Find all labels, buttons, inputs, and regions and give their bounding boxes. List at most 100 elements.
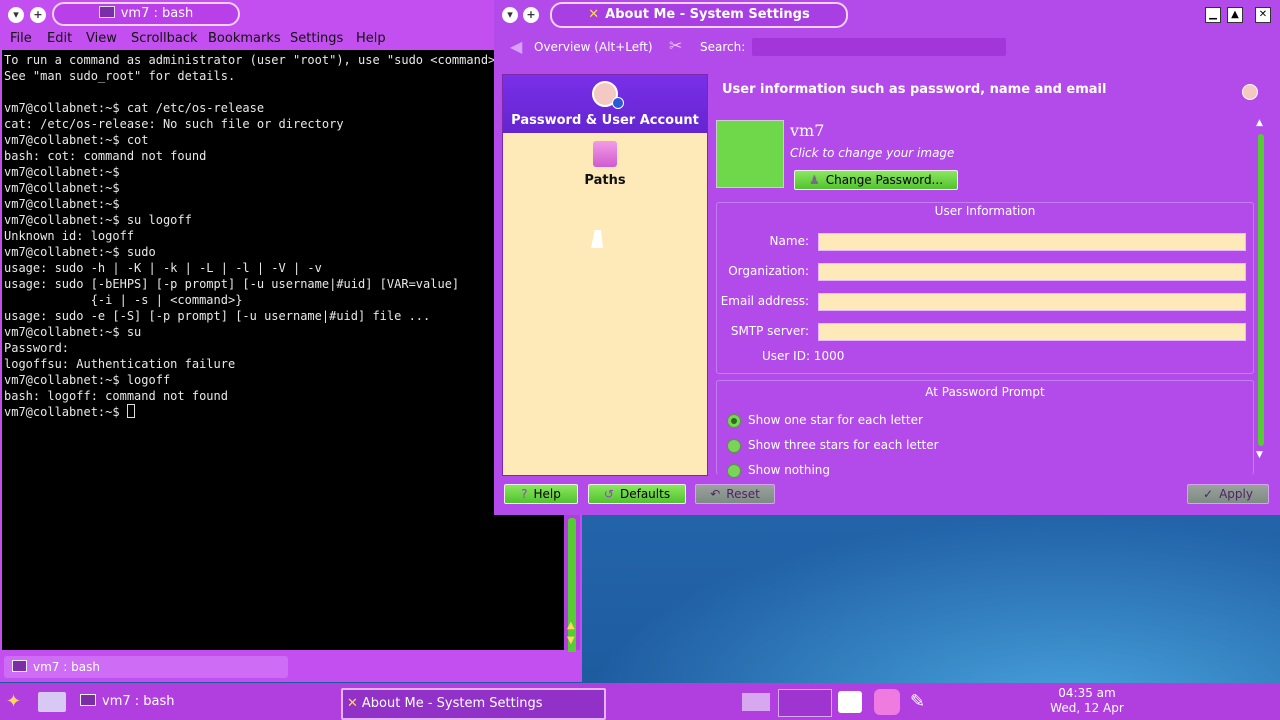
smtp-label: SMTP server:	[730, 324, 809, 338]
menu-file[interactable]: File	[10, 28, 32, 50]
search-input[interactable]	[752, 38, 1006, 56]
apply-icon: ✓	[1203, 487, 1214, 501]
desktop-pager[interactable]	[778, 689, 832, 717]
terminal-tab-icon	[12, 660, 27, 672]
reset-icon: ↶	[710, 487, 721, 501]
task-vm7-bash[interactable]: vm7 : bash	[76, 688, 338, 716]
clock-date: Wed, 12 Apr	[1050, 701, 1124, 715]
clipboard-icon[interactable]	[838, 691, 862, 713]
user-information-group: User Information Name: Organization: Ema…	[716, 202, 1254, 374]
pin-icon[interactable]: +	[30, 7, 46, 23]
terminal-output[interactable]: To run a command as administrator (user …	[2, 50, 564, 650]
home-folder-icon[interactable]	[38, 692, 66, 712]
terminal-line: Password:	[4, 341, 70, 355]
sidebar-item-label: Paths	[584, 173, 626, 188]
terminal-line: vm7@collabnet:~$	[4, 197, 120, 211]
close-icon[interactable]: ✕	[1255, 7, 1271, 23]
menu-bookmarks[interactable]: Bookmarks	[208, 28, 281, 50]
back-arrow-icon[interactable]: ◀	[510, 37, 522, 56]
overview-button[interactable]: Overview (Alt+Left)	[534, 40, 653, 54]
folder-icon	[593, 141, 617, 167]
task-system-settings[interactable]: ✕ About Me - System Settings	[341, 688, 606, 720]
defaults-icon: ↺	[603, 487, 614, 501]
terminal-app-icon	[80, 694, 96, 706]
radio-show-nothing-label[interactable]: Show nothing	[748, 463, 830, 477]
user-info-icon	[1242, 84, 1258, 100]
terminal-app-icon	[98, 6, 115, 18]
menu-edit[interactable]: Edit	[47, 28, 72, 50]
terminal-line: vm7@collabnet:~$	[4, 181, 120, 195]
reset-button[interactable]: ↶ Reset	[695, 484, 775, 504]
taskbar: ✦ vm7 : bash ✕ About Me - System Settings…	[0, 683, 1280, 720]
radio-three-stars[interactable]	[727, 439, 741, 453]
window-menu-icon[interactable]: ▾	[502, 7, 518, 23]
defaults-button[interactable]: ↺ Defaults	[588, 484, 686, 504]
system-tray-icon[interactable]: ✎	[910, 691, 925, 712]
terminal-line: vm7@collabnet:~$ cot	[4, 133, 149, 147]
clock-time: 04:35 am	[1058, 686, 1116, 700]
menu-settings[interactable]: Settings	[290, 28, 343, 50]
sidebar-item-paths[interactable]: Paths	[503, 135, 707, 193]
help-button[interactable]: ? Help	[504, 484, 578, 504]
settings-app-icon: ✕	[588, 7, 600, 22]
apply-button[interactable]: ✓ Apply	[1187, 484, 1269, 504]
user-account-icon	[592, 81, 624, 109]
change-image-hint[interactable]: Click to change your image	[790, 146, 954, 160]
terminal-line: vm7@collabnet:~$ cat /etc/os-release	[4, 101, 265, 115]
menu-help[interactable]: Help	[356, 28, 386, 50]
terminal-line: {-i | -s | <command>}	[4, 293, 243, 307]
search-tools-icon: ✂	[669, 36, 683, 55]
sidebar-item-label: Password & User Account	[511, 113, 699, 128]
scroll-down-icon[interactable]: ▼	[1256, 450, 1263, 460]
terminal-line: To run a command as administrator (user …	[4, 53, 510, 67]
terminal-line: See "man sudo_root" for details.	[4, 69, 236, 83]
terminal-tab[interactable]: vm7 : bash	[4, 656, 288, 678]
network-icon[interactable]	[874, 689, 900, 715]
desktop-background	[580, 515, 1280, 685]
content-scrollbar-thumb[interactable]	[1258, 134, 1264, 446]
terminal-line: bash: logoff: command not found	[4, 389, 228, 403]
terminal-line: Unknown id: logoff	[4, 229, 135, 243]
scroll-up-icon[interactable]: ▲	[1256, 118, 1263, 128]
window-menu-icon[interactable]: ▾	[8, 7, 24, 23]
pin-icon[interactable]: +	[523, 7, 539, 23]
radio-one-star-label[interactable]: Show one star for each letter	[748, 413, 923, 427]
settings-content: User information such as password, name …	[716, 74, 1272, 478]
sidebar-item-password-account[interactable]: Password & User Account	[503, 75, 707, 133]
password-prompt-group: At Password Prompt Show one star for eac…	[716, 380, 1254, 478]
terminal-line: vm7@collabnet:~$	[4, 165, 120, 179]
settings-title: ✕ About Me - System Settings	[550, 2, 848, 28]
terminal-line: cat: /etc/os-release: No such file or di…	[4, 117, 344, 131]
radio-one-star[interactable]	[727, 414, 741, 428]
kickoff-menu-icon[interactable]: ✦	[6, 691, 21, 712]
terminal-line: usage: sudo -e [-S] [-p prompt] [-u user…	[4, 309, 431, 323]
organization-field[interactable]	[818, 263, 1246, 281]
terminal-prompt-line: vm7@collabnet:~$	[4, 404, 135, 420]
minimize-icon[interactable]: ▁	[1205, 7, 1221, 23]
email-label: Email address:	[720, 294, 809, 308]
settings-sidebar: Password & User Account Paths	[502, 74, 708, 476]
menu-view[interactable]: View	[86, 28, 117, 50]
maximize-icon[interactable]: ▲	[1227, 7, 1243, 23]
terminal-line: bash: cot: command not found	[4, 149, 207, 163]
change-password-button[interactable]: ♟ Change Password...	[794, 170, 958, 190]
terminal-line: vm7@collabnet:~$ logoff	[4, 373, 171, 387]
clock[interactable]: 04:35 am Wed, 12 Apr	[1030, 686, 1144, 716]
settings-titlebar[interactable]: ▾ + ✕ About Me - System Settings ▁ ▲ ✕	[494, 0, 1280, 28]
avatar[interactable]	[716, 120, 784, 188]
terminal-line: logoffsu: Authentication failure	[4, 357, 236, 371]
scroll-down-icon[interactable]: ▼	[567, 635, 575, 646]
terminal-line: vm7@collabnet:~$ su	[4, 325, 142, 339]
radio-three-stars-label[interactable]: Show three stars for each letter	[748, 438, 939, 452]
scroll-up-icon[interactable]: ▲	[567, 620, 575, 631]
name-field[interactable]	[818, 233, 1246, 251]
content-scrollbar[interactable]: ▲ ▼	[1256, 118, 1266, 474]
smtp-field[interactable]	[818, 323, 1246, 341]
key-icon: ♟	[808, 173, 820, 187]
terminal-line: vm7@collabnet:~$ su logoff	[4, 213, 192, 227]
username: vm7	[790, 121, 825, 140]
radio-show-nothing[interactable]	[727, 464, 741, 478]
email-field[interactable]	[818, 293, 1246, 311]
pager-icon[interactable]	[742, 693, 770, 711]
menu-scrollback[interactable]: Scrollback	[131, 28, 198, 50]
